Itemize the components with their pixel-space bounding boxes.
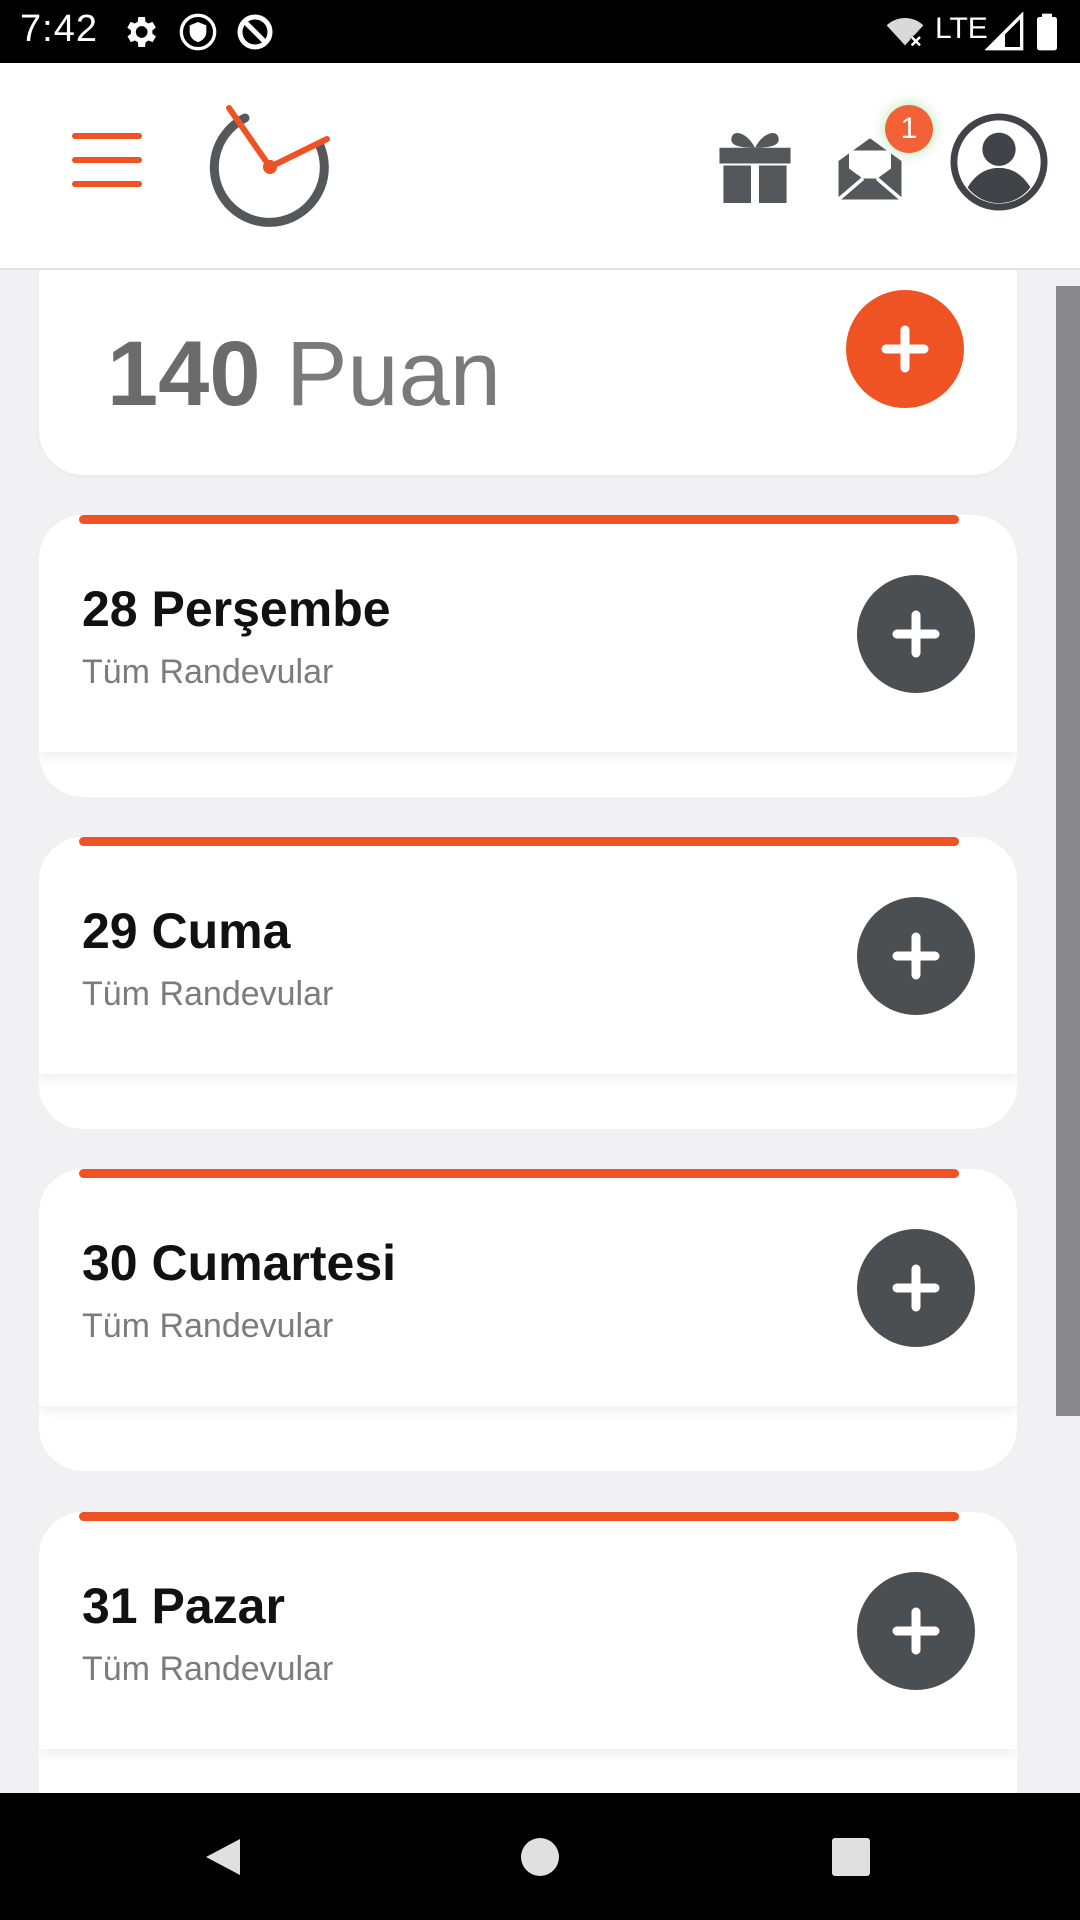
day-title: 30 Cumartesi (82, 1235, 397, 1291)
gear-icon (127, 17, 156, 47)
plus-icon (892, 932, 940, 980)
day-title: 28 Perşembe (82, 581, 391, 637)
plus-icon (892, 610, 940, 658)
day-subtitle[interactable]: Tüm Randevular (82, 653, 333, 692)
points-display: 140 Puan (107, 322, 501, 427)
day-card-header: 30 Cumartesi Tüm Randevular (39, 1169, 1017, 1406)
points-unit: Puan (286, 323, 501, 425)
system-nav-bar (0, 1793, 1080, 1920)
day-title: 31 Pazar (82, 1578, 285, 1634)
scrollbar[interactable] (1056, 286, 1080, 1416)
back-icon[interactable] (200, 1833, 248, 1881)
sync-icon (237, 14, 273, 50)
day-title: 29 Cuma (82, 903, 291, 959)
network-type: LTE (935, 12, 988, 45)
day-accent-line (79, 1512, 959, 1521)
day-card: 29 Cuma Tüm Randevular (39, 837, 1017, 1129)
day-card: 31 Pazar Tüm Randevular (39, 1512, 1017, 1793)
plus-icon (892, 1607, 940, 1655)
day-card-header: 29 Cuma Tüm Randevular (39, 837, 1017, 1074)
day-subtitle[interactable]: Tüm Randevular (82, 975, 333, 1014)
app-header: 1 (0, 63, 1080, 270)
plus-icon (892, 1264, 940, 1312)
shield-icon (179, 13, 217, 51)
day-accent-line (79, 515, 959, 524)
status-time: 7:42 (20, 8, 98, 50)
day-subtitle[interactable]: Tüm Randevular (82, 1650, 333, 1689)
add-appointment-button[interactable] (857, 575, 975, 693)
day-card-header: 28 Perşembe Tüm Randevular (39, 515, 1017, 752)
user-avatar-icon[interactable] (950, 113, 1048, 211)
battery-icon (1037, 13, 1057, 51)
add-appointment-button[interactable] (857, 1572, 975, 1690)
day-accent-line (79, 837, 959, 846)
points-value: 140 (107, 323, 261, 425)
day-card-header: 31 Pazar Tüm Randevular (39, 1512, 1017, 1749)
status-bar: 7:42 LTE (0, 0, 1080, 63)
day-accent-line (79, 1169, 959, 1178)
gift-icon[interactable] (715, 128, 795, 203)
clock-logo-icon (209, 105, 330, 227)
wifi-off-icon (886, 18, 924, 47)
notification-badge: 1 (885, 105, 933, 153)
add-appointment-button[interactable] (857, 897, 975, 1015)
add-points-button[interactable] (846, 290, 964, 408)
appointment-list[interactable]: 140 Puan 28 Perşembe Tüm Randevular 29 C… (0, 270, 1080, 1793)
plus-icon (881, 325, 929, 373)
day-subtitle[interactable]: Tüm Randevular (82, 1307, 333, 1346)
home-icon[interactable] (516, 1833, 564, 1881)
day-card: 30 Cumartesi Tüm Randevular (39, 1169, 1017, 1471)
add-appointment-button[interactable] (857, 1229, 975, 1347)
signal-icon (985, 12, 1024, 51)
day-card: 28 Perşembe Tüm Randevular (39, 515, 1017, 797)
points-card: 140 Puan (39, 270, 1017, 475)
hamburger-menu-icon[interactable] (72, 133, 142, 193)
recents-icon[interactable] (827, 1833, 875, 1881)
